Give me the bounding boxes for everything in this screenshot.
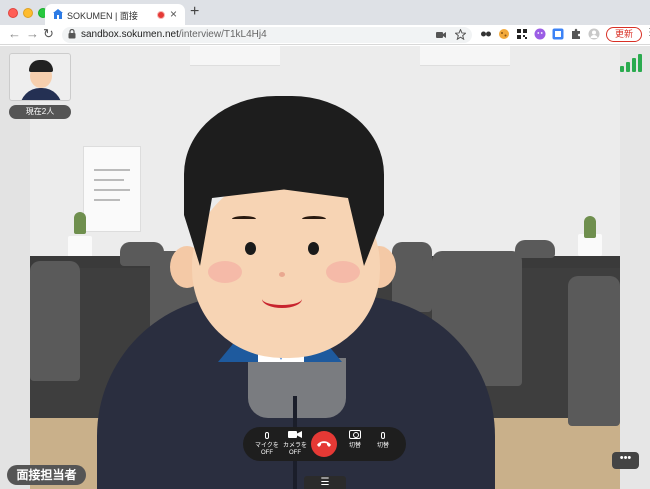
interviewer-label: 面接担当者: [7, 465, 86, 485]
minimize-window-button[interactable]: [23, 8, 33, 18]
wall-poster: [83, 146, 141, 232]
forward-button[interactable]: →: [26, 26, 39, 41]
participant-count-badge: 現在2人: [9, 105, 71, 119]
avatar-eyebrow: [302, 216, 326, 222]
mic-toggle-button[interactable]: マイクを OFF: [253, 430, 281, 458]
back-button[interactable]: ←: [8, 26, 21, 41]
browser-toolbar: ← → ↻ sandbox.sokumen.net/interview/T1kL…: [0, 25, 650, 45]
camera-toggle-button[interactable]: カメラを OFF: [281, 430, 309, 458]
call-controls: マイクを OFF カメラを OFF 切替 切替: [243, 427, 406, 461]
camera-icon: [341, 430, 369, 443]
plant-pot: [68, 236, 92, 258]
more-options-button[interactable]: •••: [612, 452, 639, 469]
microphone-icon: [253, 430, 281, 443]
profile-avatar-icon[interactable]: [588, 28, 600, 40]
browser-menu-icon[interactable]: ⋮: [645, 27, 650, 38]
extension-blue-icon[interactable]: [552, 28, 564, 40]
signal-icon: [620, 54, 642, 72]
video-camera-icon: [281, 430, 309, 443]
url-host: sandbox.sokumen.net: [81, 29, 179, 40]
avatar-eyebrow: [232, 216, 256, 222]
audio-switch-button[interactable]: 切替: [369, 430, 397, 458]
extension-face-icon[interactable]: [534, 28, 546, 40]
bottom-menu-button[interactable]: ☰: [304, 476, 346, 489]
avatar-shirt: [248, 358, 346, 418]
url-text: sandbox.sokumen.net/interview/T1kL4Hj4: [81, 29, 267, 40]
ceiling-light: [420, 46, 510, 66]
thumbnail-hair: [29, 60, 53, 72]
audio-switch-label: 切替: [376, 443, 389, 449]
chair: [515, 240, 555, 258]
avatar-eye: [245, 242, 256, 255]
chair: [568, 276, 620, 426]
lock-icon: [68, 29, 76, 39]
extensions-puzzle-icon[interactable]: [570, 28, 582, 40]
update-button[interactable]: 更新: [606, 27, 642, 42]
star-icon[interactable]: [455, 29, 466, 40]
extension-cookie-icon[interactable]: [498, 28, 510, 40]
avatar-cheek: [326, 261, 360, 283]
ceiling-light: [190, 46, 280, 66]
extension-glasses-icon[interactable]: [480, 28, 492, 40]
chair: [392, 242, 432, 312]
plant: [584, 216, 596, 238]
plant: [74, 212, 86, 234]
video-letterbox-right: [620, 46, 650, 489]
browser-tab[interactable]: SOKUMEN | 面接 ×: [45, 4, 185, 25]
avatar-cheek: [208, 261, 242, 283]
camera-in-use-icon[interactable]: [436, 31, 446, 39]
sokumen-favicon-icon: [53, 9, 63, 19]
tab-title: SOKUMEN | 面接: [67, 11, 138, 21]
address-bar[interactable]: sandbox.sokumen.net/interview/T1kL4Hj4: [62, 27, 472, 43]
recording-indicator-icon: [157, 11, 165, 19]
avatar-eye: [308, 242, 319, 255]
participant-thumbnail[interactable]: [9, 53, 71, 101]
tab-close-button[interactable]: ×: [170, 7, 177, 21]
snapshot-button[interactable]: 切替: [341, 430, 369, 458]
video-stage: 現在2人 マイクを OFF カメラを OFF 切替 切替 面接担当者 ••• ☰: [0, 46, 650, 489]
microphone-icon: [369, 430, 397, 443]
thumbnail-body: [20, 88, 62, 100]
browser-tab-bar: SOKUMEN | 面接 × +: [0, 0, 650, 25]
mic-toggle-label: マイクを OFF: [255, 443, 279, 456]
url-path: /interview/T1kL4Hj4: [178, 29, 267, 40]
avatar-mouth: [262, 290, 302, 308]
chair: [30, 261, 80, 381]
camera-toggle-label: カメラを OFF: [282, 443, 307, 456]
close-window-button[interactable]: [8, 8, 18, 18]
extension-qr-icon[interactable]: [516, 28, 528, 40]
avatar-nose: [279, 272, 285, 277]
new-tab-button[interactable]: +: [190, 3, 199, 21]
hang-up-button[interactable]: [311, 431, 337, 457]
snapshot-label: 切替: [348, 443, 361, 449]
phone-hangup-icon: [317, 441, 331, 447]
reload-button[interactable]: ↻: [43, 26, 54, 42]
